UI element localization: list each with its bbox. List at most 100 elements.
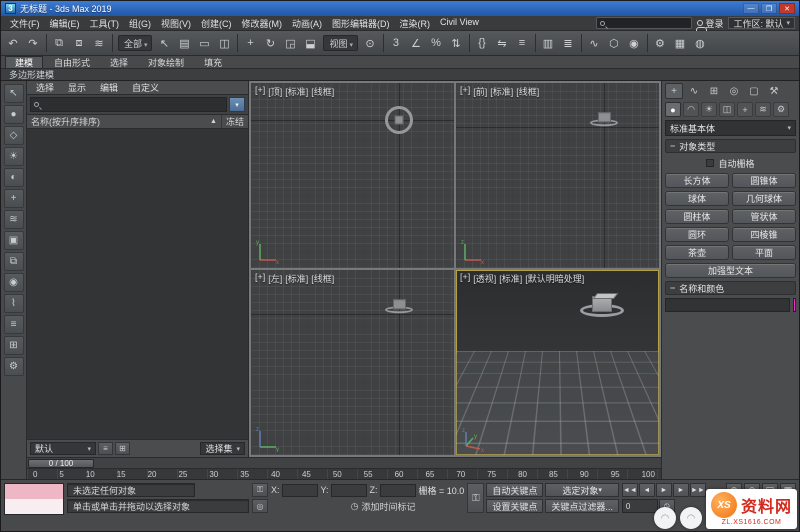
auto-key-button[interactable]: 自动关键点 <box>486 483 544 497</box>
angle-snap-icon[interactable]: ∠ <box>407 34 426 53</box>
ribbon-tab[interactable]: 填充 <box>195 56 231 68</box>
select-and-move-icon[interactable]: + <box>241 34 260 53</box>
name-color-rollout-header[interactable]: − 名称和颜色 <box>665 281 796 295</box>
menu-item[interactable]: 渲染(R) <box>395 17 436 30</box>
viewport-front[interactable]: [+] [前] [标准] [线框] x z <box>456 83 659 268</box>
reference-coordinate-dropdown[interactable]: 视图 <box>323 35 358 51</box>
set-key-button[interactable]: 设置关键点 <box>486 499 544 513</box>
systems-category-icon[interactable]: ⚙ <box>773 102 789 117</box>
explorer-menu-item[interactable]: 自定义 <box>125 81 166 94</box>
motion-tab-icon[interactable]: ◎ <box>725 83 743 99</box>
viewport-top[interactable]: [+] [顶] [标准] [线框] x y <box>251 83 454 268</box>
select-and-scale-icon[interactable]: ◲ <box>281 34 300 53</box>
ribbon-tab[interactable]: 自由形式 <box>45 56 99 68</box>
macro-recorder-row[interactable] <box>5 484 63 499</box>
ribbon-subtab[interactable]: 多边形建模 <box>9 68 54 81</box>
display-materials-icon[interactable]: ◉ <box>3 273 24 292</box>
toolbar-button[interactable] <box>112 34 113 52</box>
toolbar-button[interactable] <box>580 34 582 52</box>
help-search-input[interactable] <box>608 18 689 28</box>
scene-object-top-view[interactable] <box>385 106 414 134</box>
percent-snap-icon[interactable]: % <box>427 34 446 53</box>
grid-view-icon[interactable]: ⊞ <box>115 442 130 455</box>
menu-item[interactable]: 动画(A) <box>287 17 327 30</box>
menu-item[interactable]: 修改器(M) <box>237 17 288 30</box>
display-shapes-icon[interactable]: ◇ <box>3 126 24 145</box>
named-selection-sets-icon[interactable]: {} <box>473 34 492 53</box>
display-geometry-icon[interactable]: ● <box>3 105 24 124</box>
utilities-tab-icon[interactable]: ⚒ <box>765 83 783 99</box>
display-xrefs-icon[interactable]: ⧉ <box>3 252 24 271</box>
name-column-header[interactable]: 名称(按升序排序) <box>31 115 210 128</box>
create-tab-icon[interactable]: + <box>665 83 683 99</box>
select-and-place-icon[interactable]: ⬓ <box>301 34 320 53</box>
primitive-type-dropdown[interactable]: 标准基本体 ▾ <box>665 120 796 136</box>
object-type-button[interactable]: 圆锥体 <box>732 173 796 188</box>
coordinate-input[interactable] <box>330 483 367 497</box>
redo-icon[interactable]: ↷ <box>24 34 43 53</box>
scene-object-front-view[interactable] <box>590 112 619 127</box>
display-space-warps-icon[interactable]: ≋ <box>3 210 24 229</box>
viewport-label[interactable]: [+] <box>255 85 265 98</box>
space-warps-category-icon[interactable]: ≋ <box>755 102 771 117</box>
object-color-swatch[interactable] <box>793 298 796 312</box>
schematic-view-icon[interactable]: ⬡ <box>605 34 624 53</box>
toolbar-button[interactable] <box>646 34 648 52</box>
curve-editor-icon[interactable]: ∿ <box>585 34 604 53</box>
rendered-frame-icon[interactable]: ▦ <box>671 34 690 53</box>
close-button[interactable]: ✕ <box>779 3 795 14</box>
lights-category-icon[interactable]: ☀ <box>701 102 717 117</box>
object-type-button[interactable]: 几何球体 <box>732 191 796 206</box>
object-type-button[interactable]: 加强型文本 <box>665 263 796 278</box>
snaps-toggle-icon[interactable]: 3 <box>387 34 406 53</box>
explorer-menu-item[interactable]: 编辑 <box>93 81 125 94</box>
isolate-selection-icon[interactable]: ◎ <box>252 499 268 513</box>
track-bar-ruler[interactable]: 0 5 10 15 20 25 30 35 40 45 50 55 60 65 70 75 80 85 90 95 10… <box>27 469 661 479</box>
select-object-icon[interactable]: ↖ <box>155 34 174 53</box>
display-cameras-icon[interactable]: ◐ <box>3 168 24 187</box>
viewport-perspective[interactable]: [+] [透视] [标准] [默认明暗处理] x y z <box>456 270 659 455</box>
menu-item[interactable]: Civil View <box>435 17 484 30</box>
display-helpers-icon[interactable]: + <box>3 189 24 208</box>
viewport-label[interactable]: [默认明暗处理] <box>525 272 584 285</box>
explorer-object-list[interactable] <box>27 129 248 439</box>
select-and-rotate-icon[interactable]: ↻ <box>261 34 280 53</box>
viewport-label[interactable]: [+] <box>460 85 470 98</box>
coordinate-input[interactable] <box>281 483 318 497</box>
ribbon-tab[interactable]: 对象绘制 <box>139 56 193 68</box>
selected-mode-dropdown[interactable]: 选定对象 <box>545 483 619 497</box>
scene-object-left-view[interactable] <box>385 299 414 314</box>
viewport-left[interactable]: [+] [左] [标准] [线框] y z <box>251 270 454 455</box>
select-and-link-icon[interactable]: ⧉ <box>50 34 69 53</box>
menu-item[interactable]: 创建(C) <box>196 17 237 30</box>
explorer-menu-item[interactable]: 显示 <box>61 81 93 94</box>
object-type-button[interactable]: 圆环 <box>665 227 729 242</box>
viewport-label[interactable]: [前] <box>473 85 487 98</box>
select-by-name-icon[interactable]: ▤ <box>175 34 194 53</box>
ribbon-tab[interactable]: 选择 <box>101 56 137 68</box>
viewport-label[interactable]: [标准] <box>499 272 522 285</box>
object-type-button[interactable]: 圆柱体 <box>665 209 729 224</box>
geometry-category-icon[interactable]: ● <box>665 102 681 117</box>
toolbar-button[interactable] <box>534 34 536 52</box>
workspace-selector[interactable]: 工作区: 默认 ▾ <box>728 17 795 29</box>
object-type-button[interactable]: 管状体 <box>732 209 796 224</box>
scene-object-perspective-view[interactable] <box>578 285 626 318</box>
rectangular-selection-icon[interactable]: ▭ <box>195 34 214 53</box>
display-tab-icon[interactable]: ▢ <box>745 83 763 99</box>
viewport-label[interactable]: [线框] <box>311 85 334 98</box>
current-frame-field[interactable]: 0 <box>621 499 658 513</box>
display-groups-icon[interactable]: ▣ <box>3 231 24 250</box>
hierarchy-mode-icon[interactable]: ⊞ <box>3 336 24 355</box>
viewport-label[interactable]: [透视] <box>473 272 496 285</box>
object-type-button[interactable]: 球体 <box>665 191 729 206</box>
set-keys-button[interactable]: ⚿ <box>467 483 485 513</box>
viewport-label[interactable]: [线框] <box>311 272 334 285</box>
key-filters-button[interactable]: 关键点过滤器... <box>545 499 619 513</box>
toolbar-button[interactable] <box>237 34 239 52</box>
display-bones-icon[interactable]: ⌇ <box>3 294 24 313</box>
bind-to-space-warp-icon[interactable]: ≋ <box>90 34 109 53</box>
toolbar-button[interactable] <box>46 34 47 52</box>
cameras-category-icon[interactable]: ◫ <box>719 102 735 117</box>
viewport-label[interactable]: [左] <box>268 272 282 285</box>
